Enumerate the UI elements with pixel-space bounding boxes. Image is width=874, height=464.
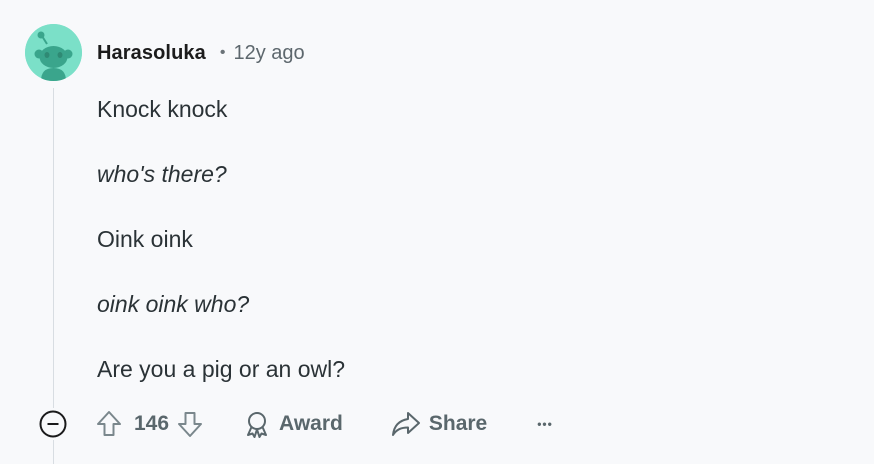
username-link[interactable]: Harasoluka bbox=[97, 42, 206, 65]
vote-count: 146 bbox=[134, 412, 170, 435]
comment-body: Knock knock who's there? Oink oink oink … bbox=[97, 92, 837, 386]
comment-line: Are you a pig or an owl? bbox=[97, 356, 346, 382]
collapse-thread-button[interactable] bbox=[38, 409, 68, 439]
snoo-avatar-icon bbox=[25, 24, 82, 81]
arrow-down-icon bbox=[178, 412, 203, 437]
downvote-button[interactable] bbox=[177, 410, 203, 438]
award-label: Award bbox=[279, 412, 343, 435]
award-icon bbox=[247, 412, 268, 438]
comment-action-bar: 146 Award Share ••• bbox=[38, 405, 553, 443]
avatar[interactable] bbox=[25, 24, 82, 81]
timestamp[interactable]: 12y ago bbox=[233, 42, 304, 65]
comment-line: who's there? bbox=[97, 161, 227, 187]
thread-line-continuation[interactable] bbox=[53, 440, 54, 464]
meta-separator: • bbox=[219, 44, 226, 61]
award-button[interactable]: Award bbox=[243, 410, 343, 438]
overflow-dots-icon: ••• bbox=[537, 417, 553, 431]
share-button[interactable]: Share bbox=[391, 410, 487, 438]
minus-circle-icon bbox=[39, 410, 67, 438]
upvote-button[interactable] bbox=[96, 410, 122, 438]
comment-line: oink oink who? bbox=[97, 291, 250, 317]
share-label: Share bbox=[428, 412, 488, 435]
comment-line: Knock knock bbox=[97, 96, 228, 122]
thread-line[interactable] bbox=[53, 88, 54, 408]
vote-control: 146 bbox=[96, 410, 203, 438]
comment-header: Harasoluka • 12y ago bbox=[97, 40, 305, 66]
share-arrow-icon bbox=[391, 412, 420, 436]
comment-line: Oink oink bbox=[97, 226, 193, 252]
comment: Harasoluka • 12y ago Knock knock who's t… bbox=[0, 0, 874, 464]
arrow-up-icon bbox=[97, 411, 121, 436]
more-options-button[interactable]: ••• bbox=[537, 417, 553, 431]
